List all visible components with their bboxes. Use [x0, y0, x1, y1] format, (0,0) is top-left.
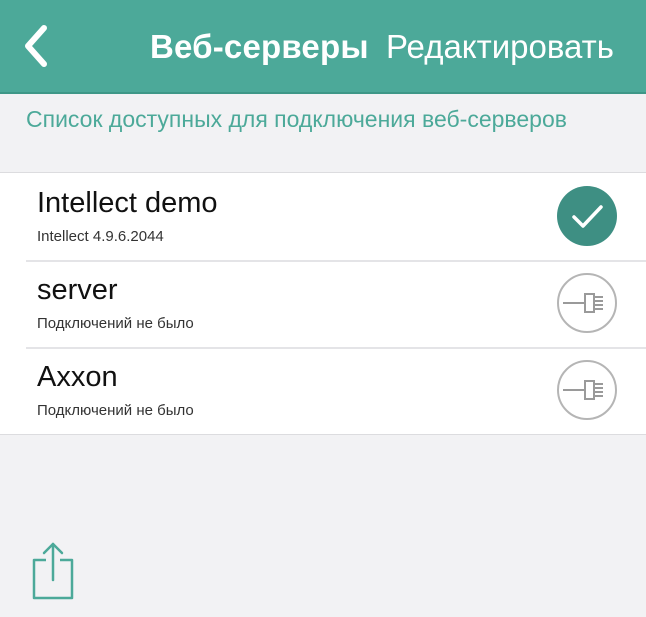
- chevron-left-icon: [25, 25, 47, 67]
- server-name: Intellect demo: [37, 187, 218, 219]
- server-row-server[interactable]: server Подключений не было: [0, 260, 646, 347]
- server-name: server: [37, 274, 118, 306]
- edit-button[interactable]: Редактировать: [386, 28, 614, 66]
- server-row-intellect-demo[interactable]: Intellect demo Intellect 4.9.6.2044: [0, 173, 646, 260]
- plug-connect-icon[interactable]: [556, 359, 618, 421]
- share-icon: [32, 542, 74, 600]
- server-subtitle: Подключений не было: [37, 315, 194, 332]
- plug-connect-icon[interactable]: [556, 272, 618, 334]
- server-row-axxon[interactable]: Axxon Подключений не было: [0, 347, 646, 434]
- section-header: Список доступных для подключения веб-сер…: [0, 94, 646, 172]
- server-name: Axxon: [37, 361, 118, 393]
- server-list: Intellect demo Intellect 4.9.6.2044 serv…: [0, 172, 646, 435]
- page-title: Веб-серверы: [150, 28, 369, 65]
- server-subtitle: Подключений не было: [37, 402, 194, 419]
- section-header-text: Список доступных для подключения веб-сер…: [26, 106, 567, 132]
- back-button[interactable]: [14, 22, 58, 70]
- screen: Веб-серверы Редактировать Список доступн…: [0, 0, 646, 617]
- share-button[interactable]: [28, 540, 78, 602]
- checkmark-circle-icon[interactable]: [556, 185, 618, 247]
- server-subtitle: Intellect 4.9.6.2044: [37, 228, 164, 245]
- navigation-bar: Веб-серверы Редактировать: [0, 0, 646, 94]
